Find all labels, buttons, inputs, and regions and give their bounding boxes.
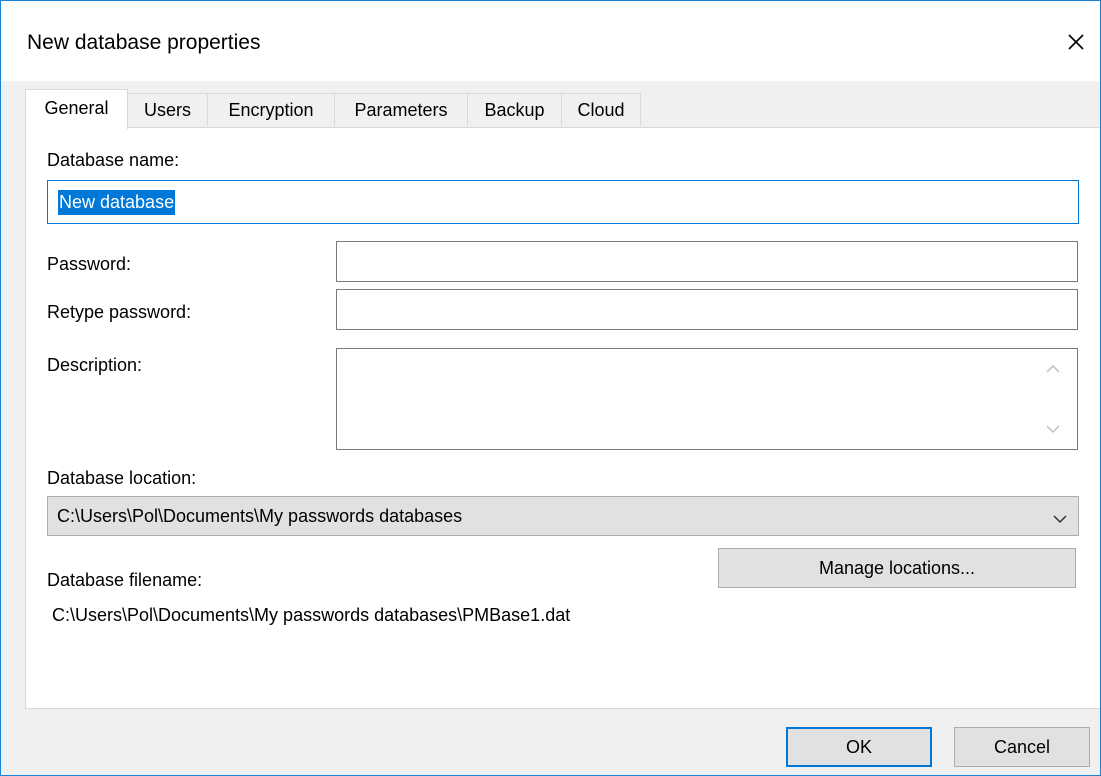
- cancel-label: Cancel: [993, 737, 1051, 757]
- database-location-value: C:\Users\Pol\Documents\My passwords data…: [57, 506, 463, 526]
- database-location-select[interactable]: C:\Users\Pol\Documents\My passwords data…: [47, 496, 1079, 536]
- chevron-up-icon[interactable]: [1043, 361, 1063, 377]
- close-icon: [1061, 27, 1091, 57]
- general-tab-panel: Database name: New database Password: Re…: [25, 127, 1100, 709]
- tab-cloud[interactable]: Cloud: [561, 93, 641, 126]
- database-name-label: Database name:: [47, 150, 180, 170]
- ok-button[interactable]: OK: [786, 727, 932, 767]
- tab-encryption[interactable]: Encryption: [207, 93, 335, 126]
- tab-label: Users: [143, 100, 191, 120]
- close-button[interactable]: [1061, 27, 1091, 57]
- database-name-input[interactable]: New database: [47, 180, 1079, 224]
- manage-locations-button[interactable]: Manage locations...: [718, 548, 1076, 588]
- manage-locations-label: Manage locations...: [818, 558, 976, 578]
- tab-label: Cloud: [577, 100, 625, 120]
- tab-label: General: [44, 98, 109, 118]
- title-bar[interactable]: New database properties: [1, 1, 1100, 81]
- database-filename-label: Database filename:: [47, 570, 203, 590]
- password-label: Password:: [47, 254, 132, 274]
- database-filename-value: C:\Users\Pol\Documents\My passwords data…: [52, 605, 571, 625]
- tab-users[interactable]: Users: [127, 93, 208, 126]
- retype-password-field[interactable]: [336, 289, 1078, 330]
- cancel-button[interactable]: Cancel: [954, 727, 1090, 767]
- database-name-value: New database: [58, 190, 176, 215]
- retype-password-label: Retype password:: [47, 302, 192, 322]
- tab-parameters[interactable]: Parameters: [334, 93, 468, 126]
- database-location-label: Database location:: [47, 468, 197, 488]
- dialog-window: New database properties General Users En…: [0, 0, 1101, 776]
- ok-label: OK: [845, 737, 872, 757]
- tab-general[interactable]: General: [25, 89, 128, 129]
- chevron-down-icon: [1052, 511, 1068, 524]
- window-title: New database properties: [27, 31, 261, 54]
- description-textarea[interactable]: [336, 348, 1078, 450]
- tab-label: Backup: [484, 100, 545, 120]
- password-field[interactable]: [336, 241, 1078, 282]
- chevron-down-icon[interactable]: [1043, 421, 1063, 437]
- description-label: Description:: [47, 355, 143, 375]
- tab-backup[interactable]: Backup: [467, 93, 562, 126]
- tab-label: Parameters: [354, 100, 448, 120]
- tab-label: Encryption: [228, 100, 314, 120]
